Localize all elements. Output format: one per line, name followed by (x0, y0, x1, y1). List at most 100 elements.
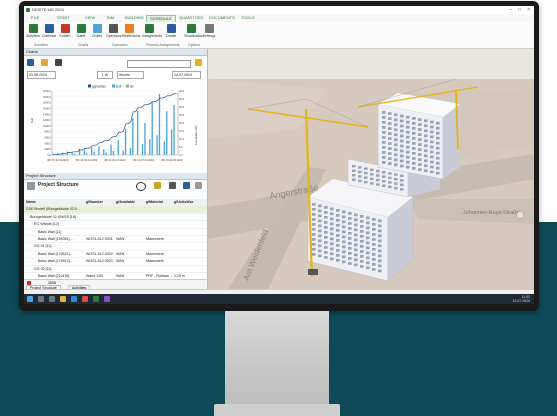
charts-button[interactable]: Charts (90, 24, 104, 42)
building-window (366, 231, 370, 235)
column-header[interactable]: gfNumber (86, 199, 103, 205)
map-marker[interactable] (516, 211, 524, 219)
tree-row[interactable]: Bürogebäude 02 IGW25 [18] (24, 214, 207, 222)
ribbon-button-label: Operators (106, 34, 122, 38)
column-header[interactable]: gfUnitsWor (174, 199, 193, 205)
tree-row-cell: WAN (116, 259, 125, 264)
chart-bar (74, 153, 76, 155)
gantt-button[interactable]: Gantt (74, 24, 88, 42)
building-window (388, 181, 392, 184)
building-window (318, 254, 322, 258)
chart-settings-icon[interactable] (195, 59, 202, 66)
building-window (364, 167, 368, 170)
building-window (388, 162, 392, 165)
restrictions-button[interactable]: Restrictions (122, 24, 140, 42)
tree-row[interactable]: Basic Wall [11] (24, 229, 207, 236)
mode-select[interactable]: Woche (117, 71, 144, 79)
legend-swatch (112, 84, 115, 88)
key-icon[interactable] (154, 182, 161, 189)
interval-field[interactable]: 1 W (97, 71, 113, 79)
edge-icon[interactable] (71, 296, 77, 302)
y-tick-label: 1200.0 (43, 118, 51, 122)
building-window (418, 133, 422, 136)
tree-row[interactable]: DSE Modell (Bürogebäude 02.0... (24, 206, 207, 214)
chart-bar (158, 93, 161, 155)
tree-row[interactable]: Basic Wall [175512]... WGS1-012.0003 WAN Ma… (24, 258, 207, 266)
chart-tools-icon[interactable] (55, 59, 62, 66)
building-window (436, 151, 440, 155)
tree-row[interactable]: EG Wände [12] (24, 221, 207, 229)
column-header[interactable]: Name (26, 199, 36, 205)
tab-view[interactable]: VIEW (82, 15, 98, 21)
building-window (424, 129, 428, 133)
ribbon-group-label: Operators (112, 43, 128, 47)
visibility-icon[interactable] (136, 182, 146, 191)
building-window (324, 216, 328, 219)
window-title: DESITE MD 2024 (32, 7, 64, 12)
tree-row-cell: WGS1-012.0002 (86, 251, 113, 256)
building-window (336, 234, 340, 237)
start-icon[interactable] (27, 296, 33, 302)
building-window (372, 228, 376, 231)
tab-tools[interactable]: TOOLS (238, 15, 258, 21)
tab-building[interactable]: BUILDING (122, 15, 147, 21)
building-window (424, 144, 428, 148)
tab-documents[interactable]: DOCUMENTS (206, 15, 238, 21)
building-window (378, 259, 382, 263)
building-window (382, 111, 386, 114)
tree-row-name: EG Wände [12] (34, 222, 59, 227)
date-from-field[interactable]: 01.08.2023 (27, 71, 56, 79)
app-icon-purple[interactable] (104, 296, 110, 302)
chart-list-icon[interactable] (27, 59, 34, 66)
tree-row[interactable]: OG 02 [11] (24, 266, 207, 273)
kosten-button[interactable]: Kosten (58, 24, 72, 42)
building-window (360, 265, 364, 268)
search-icon[interactable] (183, 182, 190, 189)
app-icon-red[interactable] (82, 296, 88, 302)
building-window (406, 120, 410, 124)
minimize-icon[interactable]: – (509, 7, 512, 13)
tree-row-name: Basic Wall [194391]... (38, 236, 73, 241)
building-window (412, 157, 416, 160)
visualization-button[interactable]: Visualization (184, 24, 204, 42)
assignments-button[interactable]: Assignments (142, 24, 162, 42)
building-window (394, 173, 398, 176)
building-window (394, 128, 398, 132)
tab-file[interactable]: FILE (28, 15, 42, 21)
tab-quantities[interactable]: QUANTITIES (176, 15, 206, 21)
3d-viewport[interactable]: Angerstraße Am Weidenfeld Johannes-Ruys-… (208, 49, 534, 289)
building-window (354, 223, 358, 227)
building-window (354, 213, 358, 217)
building-window (342, 225, 346, 229)
column-header[interactable]: gfMaterial (146, 199, 163, 205)
building-window (388, 185, 392, 189)
tree-row[interactable]: OG 01 [11] (24, 243, 207, 251)
chart-type-select[interactable] (127, 60, 191, 68)
tree-row[interactable]: Basic Wall [194391]... WGS1-012.0001 WAN Ma… (24, 236, 207, 244)
close-icon[interactable]: × (527, 7, 530, 13)
calendar-button[interactable]: Calendar (42, 24, 56, 42)
tab-bim[interactable]: BIM (104, 15, 117, 21)
operators-button[interactable]: Operators (106, 24, 122, 42)
file-explorer-icon[interactable] (60, 296, 66, 302)
task-view-icon[interactable] (49, 296, 55, 302)
maximize-icon[interactable]: □ (518, 7, 521, 13)
date-to-field[interactable]: 12.07.2024 (172, 71, 201, 79)
settings-button[interactable]: Settings (202, 24, 216, 42)
building-window (360, 230, 364, 233)
desite-taskbar-icon[interactable] (93, 296, 99, 302)
search-taskbar-icon[interactable] (38, 296, 44, 302)
column-header[interactable]: gfAvailable (116, 199, 135, 205)
options-icon[interactable] (195, 182, 202, 189)
building-window (394, 186, 398, 190)
building-window (370, 173, 374, 176)
tree-row[interactable]: Basic Wall [170621]... WGS1-012.0002 WAN Ma… (24, 251, 207, 259)
create-button[interactable]: Create (164, 24, 178, 42)
y2-tick-label: 10.0 (179, 137, 185, 141)
y2-tick-label: 25.0 (179, 113, 185, 117)
filter-icon[interactable] (169, 182, 176, 189)
3d-scene[interactable]: Angerstraße Am Weidenfeld Johannes-Ruys-… (208, 49, 534, 289)
chart-export-icon[interactable] (41, 59, 48, 66)
activities-button[interactable]: Activities (26, 24, 40, 42)
tab-start[interactable]: START (54, 15, 73, 21)
